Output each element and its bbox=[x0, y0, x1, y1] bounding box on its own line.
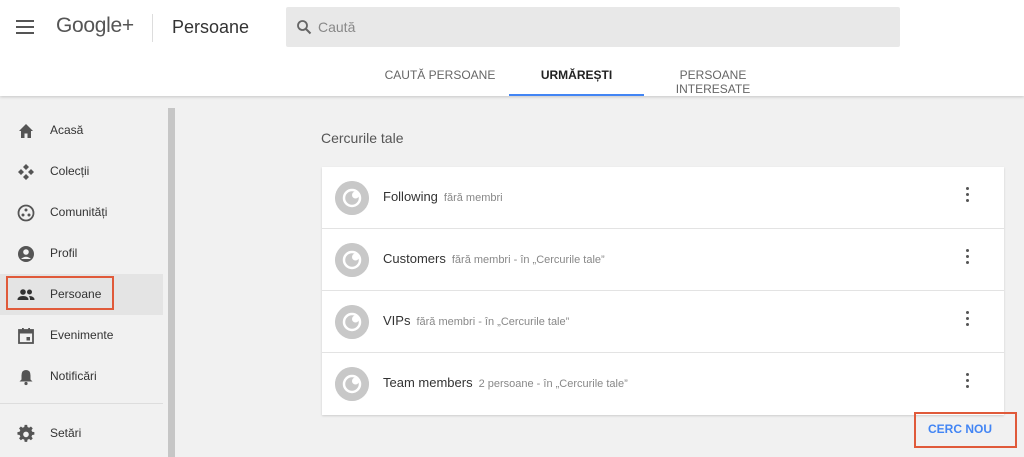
header-divider bbox=[152, 14, 153, 42]
sidebar-item-events[interactable]: Evenimente bbox=[0, 315, 163, 356]
circle-icon bbox=[335, 181, 369, 215]
circle-row[interactable]: VIPs fără membri - în „Cercurile tale” bbox=[322, 291, 1004, 353]
sidebar-item-label: Comunități bbox=[50, 205, 108, 219]
circle-meta: fără membri - în „Cercurile tale” bbox=[416, 316, 570, 328]
menu-icon[interactable] bbox=[16, 20, 34, 34]
profile-icon bbox=[18, 246, 34, 262]
circle-name: Customers bbox=[383, 251, 446, 266]
bell-icon bbox=[19, 370, 33, 386]
sidebar-item-notifications[interactable]: Notificări bbox=[0, 356, 163, 397]
sidebar-scrollbar[interactable] bbox=[168, 108, 175, 457]
more-options-icon[interactable] bbox=[962, 249, 972, 269]
google-plus-logo[interactable]: Google+ bbox=[56, 14, 134, 38]
gear-icon bbox=[17, 424, 35, 442]
sidebar-item-label: Colecții bbox=[50, 164, 90, 178]
circle-meta: fără membri bbox=[443, 192, 503, 204]
circle-icon bbox=[335, 243, 369, 277]
circle-icon bbox=[335, 367, 369, 401]
page-title: Persoane bbox=[172, 17, 250, 37]
collections-icon bbox=[18, 164, 34, 180]
circle-row[interactable]: Team members 2 persoane - în „Cercurile t… bbox=[322, 353, 1004, 415]
circle-row[interactable]: Customers fără membri - în „Cercurile tal… bbox=[322, 229, 1004, 291]
sidebar-item-label: Notificări bbox=[50, 369, 97, 383]
search-input[interactable] bbox=[318, 7, 878, 47]
circle-name: Following bbox=[383, 189, 438, 204]
circle-row[interactable]: Following fără membri bbox=[322, 167, 1004, 229]
sidebar-item-label: Acasă bbox=[50, 123, 84, 137]
search-icon bbox=[297, 20, 312, 35]
sidebar-item-communities[interactable]: Comunități bbox=[0, 192, 163, 233]
sidebar-divider bbox=[0, 403, 163, 404]
sidebar-item-label: Evenimente bbox=[50, 328, 114, 342]
top-bar: Google+ Persoane CAUTĂ PERSOANE URMĂREȘT… bbox=[0, 0, 1024, 96]
new-circle-button[interactable]: CERC NOU bbox=[928, 422, 992, 436]
sidebar-item-home[interactable]: Acasă bbox=[0, 110, 163, 151]
sidebar-item-settings[interactable]: Setări bbox=[0, 413, 163, 454]
more-options-icon[interactable] bbox=[962, 187, 972, 207]
more-options-icon[interactable] bbox=[962, 311, 972, 331]
communities-icon bbox=[17, 204, 35, 222]
circles-card: Following fără membri Customers fără membr… bbox=[322, 167, 1004, 415]
circle-meta: 2 persoane - în „Cercurile tale” bbox=[478, 378, 628, 390]
circle-name: VIPs bbox=[383, 313, 411, 328]
search-box[interactable] bbox=[286, 7, 900, 47]
sidebar-item-profile[interactable]: Profil bbox=[0, 233, 163, 274]
tab-interested-people[interactable]: PERSOANE INTERESATE bbox=[644, 58, 782, 96]
people-highlight-box bbox=[6, 276, 114, 310]
tab-following[interactable]: URMĂREȘTI bbox=[509, 58, 644, 96]
more-options-icon[interactable] bbox=[962, 373, 972, 393]
circle-icon bbox=[335, 305, 369, 339]
section-title: Cercurile tale bbox=[321, 130, 404, 146]
tab-search-people[interactable]: CAUTĂ PERSOANE bbox=[376, 58, 504, 96]
circle-meta: fără membri - în „Cercurile tale” bbox=[451, 254, 605, 266]
sidebar-item-label: Setări bbox=[50, 426, 82, 440]
calendar-icon bbox=[18, 328, 34, 344]
sidebar-item-collections[interactable]: Colecții bbox=[0, 151, 163, 192]
sidebar-item-label: Profil bbox=[50, 246, 78, 260]
home-icon bbox=[19, 124, 33, 138]
tab-bar: CAUTĂ PERSOANE URMĂREȘTI PERSOANE INTERE… bbox=[0, 58, 1024, 96]
circle-name: Team members bbox=[383, 375, 473, 390]
